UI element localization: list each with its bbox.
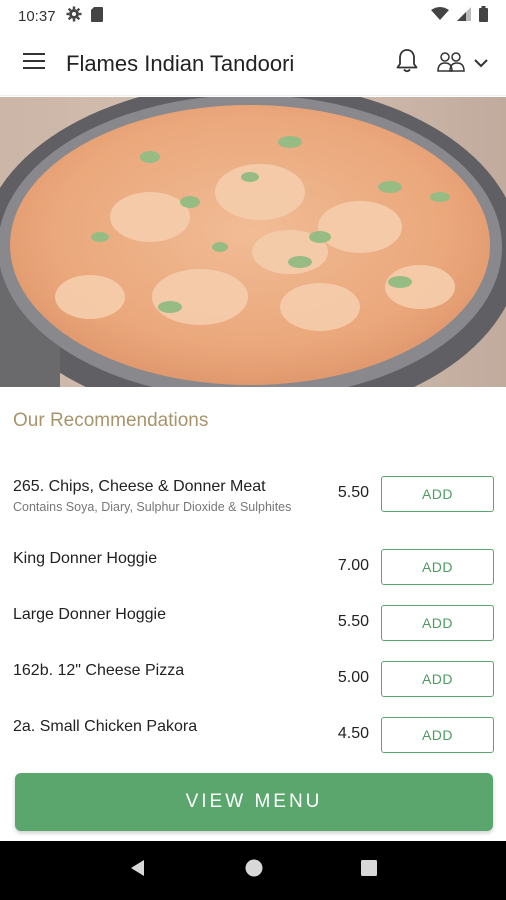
app-title: Flames Indian Tandoori [66,50,295,76]
notifications-button[interactable] [390,47,424,81]
home-icon[interactable] [244,858,264,883]
item-name: King Donner Hoggie [13,550,158,567]
bell-icon [396,48,418,79]
navigation-bar [0,841,506,900]
add-button[interactable]: ADD [381,717,494,753]
item-price: 4.50 [337,725,369,742]
item-name: 265. Chips, Cheese & Donner Meat [13,478,266,495]
item-price: 5.00 [337,669,369,686]
battery-icon [479,5,488,27]
item-name: 2a. Small Chicken Pakora [13,718,198,735]
gear-icon [66,6,82,27]
back-icon[interactable] [128,858,148,883]
status-time: 10:37 [18,7,56,25]
add-button[interactable]: ADD [381,549,494,585]
add-button[interactable]: ADD [381,605,494,641]
wifi-icon [431,6,449,26]
sd-card-icon [90,6,104,27]
item-price: 5.50 [337,484,369,501]
status-left-icons [66,6,104,27]
signal-icon [457,6,471,26]
profile-icon [436,50,466,77]
view-menu-button[interactable]: VIEW MENU [15,773,493,831]
menu-icon [23,53,45,74]
add-button[interactable]: ADD [381,661,494,697]
item-price: 5.50 [337,613,369,630]
menu-button[interactable] [18,48,50,80]
hero-food-image [0,97,506,387]
item-name: Large Donner Hoggie [13,606,166,623]
recommendations-title: Our Recommendations [13,410,209,431]
status-right-icons [431,5,488,27]
chevron-down-icon [474,55,488,73]
item-price: 7.00 [337,557,369,574]
add-button[interactable]: ADD [381,476,494,512]
app-bar: Flames Indian Tandoori [0,32,506,96]
item-name: 162b. 12" Cheese Pizza [13,662,185,679]
recents-icon[interactable] [360,859,378,882]
item-description: Contains Soya, Diary, Sulphur Dioxide & … [13,500,292,514]
profile-menu-button[interactable] [436,47,488,81]
status-bar: 10:37 [0,0,506,32]
